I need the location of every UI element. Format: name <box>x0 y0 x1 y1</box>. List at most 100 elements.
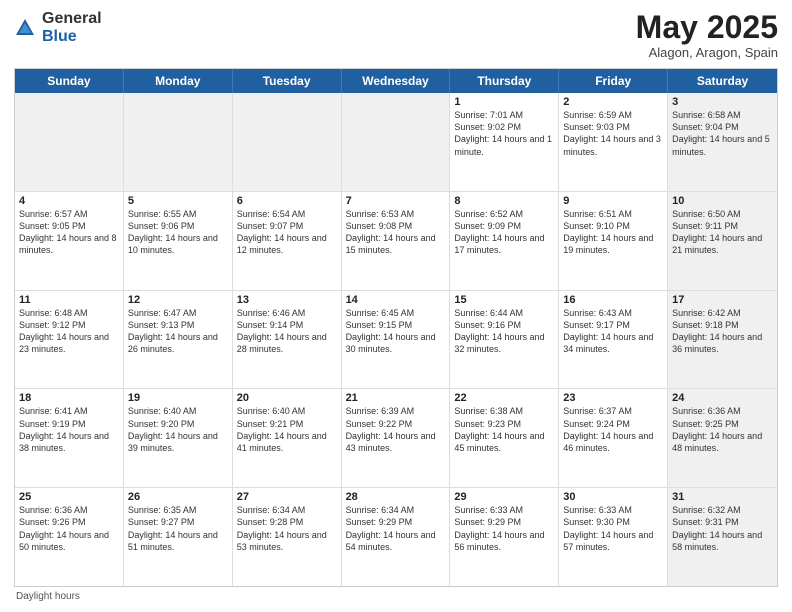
calendar-header-cell: Friday <box>559 69 668 93</box>
day-number: 16 <box>563 294 663 306</box>
cell-text: Sunrise: 6:32 AM Sunset: 9:31 PM Dayligh… <box>672 504 773 553</box>
day-number: 17 <box>672 294 773 306</box>
footer-note: Daylight hours <box>14 591 778 602</box>
calendar-cell: 4Sunrise: 6:57 AM Sunset: 9:05 PM Daylig… <box>15 192 124 290</box>
cell-text: Sunrise: 6:59 AM Sunset: 9:03 PM Dayligh… <box>563 109 663 158</box>
day-number: 24 <box>672 392 773 404</box>
page: General Blue May 2025 Alagon, Aragon, Sp… <box>0 0 792 612</box>
calendar-row: 11Sunrise: 6:48 AM Sunset: 9:12 PM Dayli… <box>15 291 777 390</box>
cell-text: Sunrise: 6:33 AM Sunset: 9:29 PM Dayligh… <box>454 504 554 553</box>
cell-text: Sunrise: 6:44 AM Sunset: 9:16 PM Dayligh… <box>454 307 554 356</box>
calendar-cell: 8Sunrise: 6:52 AM Sunset: 9:09 PM Daylig… <box>450 192 559 290</box>
cell-text: Sunrise: 6:36 AM Sunset: 9:26 PM Dayligh… <box>19 504 119 553</box>
cell-text: Sunrise: 6:55 AM Sunset: 9:06 PM Dayligh… <box>128 208 228 257</box>
cell-text: Sunrise: 6:50 AM Sunset: 9:11 PM Dayligh… <box>672 208 773 257</box>
calendar-cell: 30Sunrise: 6:33 AM Sunset: 9:30 PM Dayli… <box>559 488 668 586</box>
day-number: 26 <box>128 491 228 503</box>
calendar-cell: 9Sunrise: 6:51 AM Sunset: 9:10 PM Daylig… <box>559 192 668 290</box>
calendar-cell: 21Sunrise: 6:39 AM Sunset: 9:22 PM Dayli… <box>342 389 451 487</box>
header: General Blue May 2025 Alagon, Aragon, Sp… <box>14 10 778 60</box>
cell-text: Sunrise: 6:40 AM Sunset: 9:20 PM Dayligh… <box>128 405 228 454</box>
day-number: 7 <box>346 195 446 207</box>
logo-general: General <box>42 10 102 28</box>
day-number: 5 <box>128 195 228 207</box>
day-number: 9 <box>563 195 663 207</box>
cell-text: Sunrise: 6:58 AM Sunset: 9:04 PM Dayligh… <box>672 109 773 158</box>
calendar-header-cell: Sunday <box>15 69 124 93</box>
calendar-cell: 6Sunrise: 6:54 AM Sunset: 9:07 PM Daylig… <box>233 192 342 290</box>
cell-text: Sunrise: 6:33 AM Sunset: 9:30 PM Dayligh… <box>563 504 663 553</box>
cell-text: Sunrise: 6:54 AM Sunset: 9:07 PM Dayligh… <box>237 208 337 257</box>
calendar-cell <box>233 93 342 191</box>
cell-text: Sunrise: 6:40 AM Sunset: 9:21 PM Dayligh… <box>237 405 337 454</box>
day-number: 31 <box>672 491 773 503</box>
cell-text: Sunrise: 6:52 AM Sunset: 9:09 PM Dayligh… <box>454 208 554 257</box>
cell-text: Sunrise: 6:47 AM Sunset: 9:13 PM Dayligh… <box>128 307 228 356</box>
day-number: 3 <box>672 96 773 108</box>
calendar-cell: 1Sunrise: 7:01 AM Sunset: 9:02 PM Daylig… <box>450 93 559 191</box>
day-number: 21 <box>346 392 446 404</box>
cell-text: Sunrise: 6:34 AM Sunset: 9:28 PM Dayligh… <box>237 504 337 553</box>
calendar-cell: 31Sunrise: 6:32 AM Sunset: 9:31 PM Dayli… <box>668 488 777 586</box>
calendar-cell: 18Sunrise: 6:41 AM Sunset: 9:19 PM Dayli… <box>15 389 124 487</box>
calendar-cell <box>15 93 124 191</box>
cell-text: Sunrise: 6:36 AM Sunset: 9:25 PM Dayligh… <box>672 405 773 454</box>
calendar-cell: 25Sunrise: 6:36 AM Sunset: 9:26 PM Dayli… <box>15 488 124 586</box>
logo-icon <box>14 17 36 39</box>
day-number: 12 <box>128 294 228 306</box>
calendar-header-row: SundayMondayTuesdayWednesdayThursdayFrid… <box>15 69 777 93</box>
calendar-cell: 17Sunrise: 6:42 AM Sunset: 9:18 PM Dayli… <box>668 291 777 389</box>
day-number: 4 <box>19 195 119 207</box>
day-number: 30 <box>563 491 663 503</box>
day-number: 8 <box>454 195 554 207</box>
calendar-header-cell: Thursday <box>450 69 559 93</box>
cell-text: Sunrise: 6:48 AM Sunset: 9:12 PM Dayligh… <box>19 307 119 356</box>
cell-text: Sunrise: 6:46 AM Sunset: 9:14 PM Dayligh… <box>237 307 337 356</box>
day-number: 15 <box>454 294 554 306</box>
calendar-header-cell: Monday <box>124 69 233 93</box>
calendar-cell: 2Sunrise: 6:59 AM Sunset: 9:03 PM Daylig… <box>559 93 668 191</box>
calendar-cell: 27Sunrise: 6:34 AM Sunset: 9:28 PM Dayli… <box>233 488 342 586</box>
calendar-cell: 24Sunrise: 6:36 AM Sunset: 9:25 PM Dayli… <box>668 389 777 487</box>
logo: General Blue <box>14 10 102 45</box>
calendar-body: 1Sunrise: 7:01 AM Sunset: 9:02 PM Daylig… <box>15 93 777 586</box>
day-number: 13 <box>237 294 337 306</box>
cell-text: Sunrise: 6:35 AM Sunset: 9:27 PM Dayligh… <box>128 504 228 553</box>
day-number: 10 <box>672 195 773 207</box>
day-number: 22 <box>454 392 554 404</box>
day-number: 6 <box>237 195 337 207</box>
cell-text: Sunrise: 6:43 AM Sunset: 9:17 PM Dayligh… <box>563 307 663 356</box>
calendar-header-cell: Tuesday <box>233 69 342 93</box>
cell-text: Sunrise: 7:01 AM Sunset: 9:02 PM Dayligh… <box>454 109 554 158</box>
calendar-cell: 23Sunrise: 6:37 AM Sunset: 9:24 PM Dayli… <box>559 389 668 487</box>
calendar-row: 1Sunrise: 7:01 AM Sunset: 9:02 PM Daylig… <box>15 93 777 192</box>
calendar-cell: 10Sunrise: 6:50 AM Sunset: 9:11 PM Dayli… <box>668 192 777 290</box>
calendar-row: 18Sunrise: 6:41 AM Sunset: 9:19 PM Dayli… <box>15 389 777 488</box>
cell-text: Sunrise: 6:39 AM Sunset: 9:22 PM Dayligh… <box>346 405 446 454</box>
day-number: 19 <box>128 392 228 404</box>
calendar: SundayMondayTuesdayWednesdayThursdayFrid… <box>14 68 778 587</box>
day-number: 11 <box>19 294 119 306</box>
calendar-cell: 7Sunrise: 6:53 AM Sunset: 9:08 PM Daylig… <box>342 192 451 290</box>
calendar-cell: 20Sunrise: 6:40 AM Sunset: 9:21 PM Dayli… <box>233 389 342 487</box>
cell-text: Sunrise: 6:45 AM Sunset: 9:15 PM Dayligh… <box>346 307 446 356</box>
calendar-cell: 3Sunrise: 6:58 AM Sunset: 9:04 PM Daylig… <box>668 93 777 191</box>
cell-text: Sunrise: 6:51 AM Sunset: 9:10 PM Dayligh… <box>563 208 663 257</box>
calendar-header-cell: Saturday <box>668 69 777 93</box>
calendar-row: 25Sunrise: 6:36 AM Sunset: 9:26 PM Dayli… <box>15 488 777 586</box>
logo-text: General Blue <box>42 10 102 45</box>
calendar-cell: 5Sunrise: 6:55 AM Sunset: 9:06 PM Daylig… <box>124 192 233 290</box>
cell-text: Sunrise: 6:38 AM Sunset: 9:23 PM Dayligh… <box>454 405 554 454</box>
cell-text: Sunrise: 6:42 AM Sunset: 9:18 PM Dayligh… <box>672 307 773 356</box>
calendar-cell: 28Sunrise: 6:34 AM Sunset: 9:29 PM Dayli… <box>342 488 451 586</box>
cell-text: Sunrise: 6:53 AM Sunset: 9:08 PM Dayligh… <box>346 208 446 257</box>
day-number: 23 <box>563 392 663 404</box>
calendar-cell <box>124 93 233 191</box>
calendar-cell <box>342 93 451 191</box>
day-number: 28 <box>346 491 446 503</box>
calendar-cell: 22Sunrise: 6:38 AM Sunset: 9:23 PM Dayli… <box>450 389 559 487</box>
logo-blue: Blue <box>42 28 102 46</box>
cell-text: Sunrise: 6:34 AM Sunset: 9:29 PM Dayligh… <box>346 504 446 553</box>
day-number: 27 <box>237 491 337 503</box>
calendar-cell: 12Sunrise: 6:47 AM Sunset: 9:13 PM Dayli… <box>124 291 233 389</box>
